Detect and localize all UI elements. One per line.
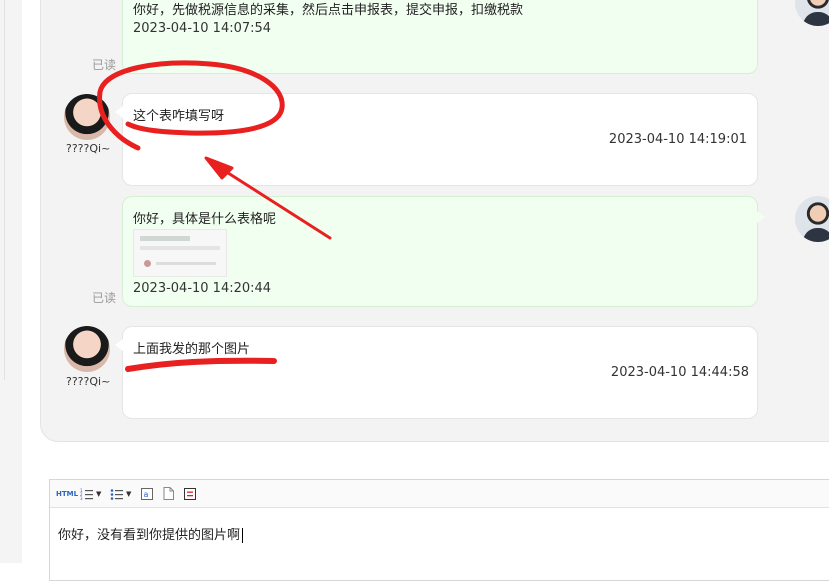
message-text: 你好，具体是什么表格呢 [133, 212, 277, 227]
svg-text:3: 3 [80, 496, 83, 500]
left-rail [0, 0, 22, 563]
customer-avatar [64, 94, 110, 140]
read-status: 已读 [92, 291, 117, 305]
message-timestamp: 2023-04-10 14:44:58 [610, 365, 749, 380]
text-cursor [242, 528, 244, 543]
message-text: 你好，先做税源信息的采集，然后点击申报表，提交申报，扣缴税款 [133, 3, 524, 18]
document-icon[interactable] [163, 486, 174, 501]
form-icon[interactable] [184, 486, 196, 501]
unordered-list-icon[interactable]: ▼ [110, 486, 131, 501]
customer-name: ????Qi~ [66, 142, 111, 155]
image-attachment-thumbnail[interactable] [133, 229, 227, 277]
editor-text: 你好，没有看到你提供的图片啊 [58, 528, 241, 543]
ordered-list-icon[interactable]: 123 ▼ [80, 486, 101, 501]
chevron-down-icon: ▼ [96, 489, 102, 498]
message-bubble-incoming: 上面我发的那个图片 2023-04-10 14:44:58 [115, 326, 758, 419]
message-bubble-incoming: 这个表咋填写呀 2023-04-10 14:19:01 [115, 93, 758, 186]
read-status: 已读 [92, 58, 117, 72]
message-bubble-outgoing: 你好，先做税源信息的采集，然后点击申报表，提交申报，扣缴税款 2023-04-1… [122, 0, 758, 74]
text-format-icon[interactable]: a [141, 486, 153, 501]
message-timestamp: 2023-04-10 14:07:54 [133, 21, 272, 36]
editor-content[interactable]: 你好，没有看到你提供的图片啊 [58, 524, 244, 543]
customer-name: ????Qi~ [66, 375, 111, 388]
html-icon[interactable]: HTML [56, 486, 78, 501]
chevron-down-icon: ▼ [126, 489, 132, 498]
message-timestamp: 2023-04-10 14:19:01 [608, 132, 747, 147]
message-timestamp: 2023-04-10 14:20:44 [133, 281, 272, 296]
customer-avatar [64, 326, 110, 372]
message-text: 这个表咋填写呀 [133, 109, 225, 124]
message-bubble-outgoing: 你好，具体是什么表格呢 2023-04-10 14:20:44 [122, 196, 765, 307]
message-text: 上面我发的那个图片 [133, 342, 251, 357]
svg-text:a: a [144, 490, 149, 499]
message-editor[interactable]: HTML 123 ▼ ▼ a 你好，没有看到你提供的图片啊 [49, 479, 829, 581]
editor-toolbar: HTML 123 ▼ ▼ a [50, 480, 829, 508]
